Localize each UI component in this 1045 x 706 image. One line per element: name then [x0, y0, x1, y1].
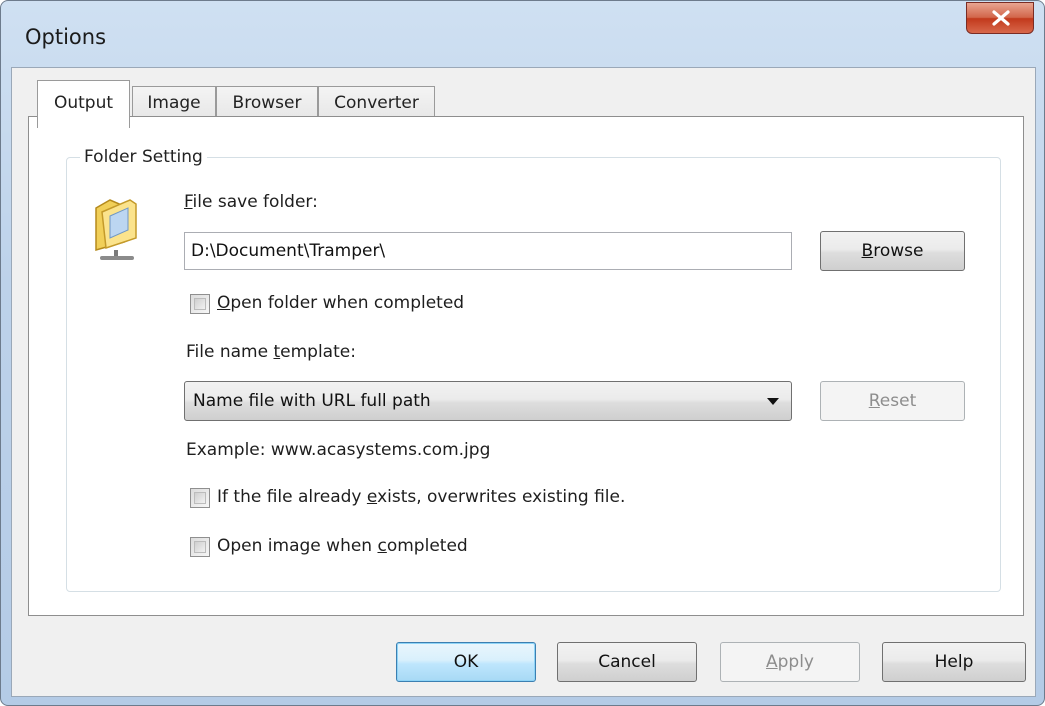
file-save-folder-label: File save folder:: [184, 192, 318, 212]
chevron-down-icon: [767, 398, 779, 405]
file-name-template-select[interactable]: Name file with URL full path: [184, 381, 792, 421]
open-folder-checkbox[interactable]: [190, 294, 210, 314]
tab-output[interactable]: Output: [37, 80, 130, 128]
ok-button[interactable]: OK: [396, 642, 536, 682]
file-save-folder-input[interactable]: [184, 232, 792, 270]
template-selected-value: Name file with URL full path: [193, 391, 431, 411]
open-folder-label: Open folder when completed: [217, 293, 465, 313]
open-image-label: Open image when completed: [217, 536, 468, 556]
folder-network-icon: [95, 199, 137, 260]
file-name-template-label: File name template:: [186, 342, 356, 362]
group-legend: Folder Setting: [80, 147, 207, 167]
cancel-button[interactable]: Cancel: [557, 642, 697, 682]
window-title: Options: [25, 25, 107, 49]
apply-button[interactable]: Apply: [720, 642, 860, 682]
close-button[interactable]: [966, 2, 1034, 34]
close-icon: [992, 10, 1010, 26]
folder-setting-group: [66, 157, 1001, 592]
open-image-checkbox[interactable]: [190, 537, 210, 557]
reset-button[interactable]: Reset: [820, 381, 965, 421]
browse-button[interactable]: Browse: [820, 231, 965, 271]
overwrite-label: If the file already exists, overwrites e…: [217, 487, 626, 507]
example-text: Example: www.acasystems.com.jpg: [186, 440, 491, 460]
help-button[interactable]: Help: [882, 642, 1026, 682]
overwrite-checkbox[interactable]: [190, 488, 210, 508]
